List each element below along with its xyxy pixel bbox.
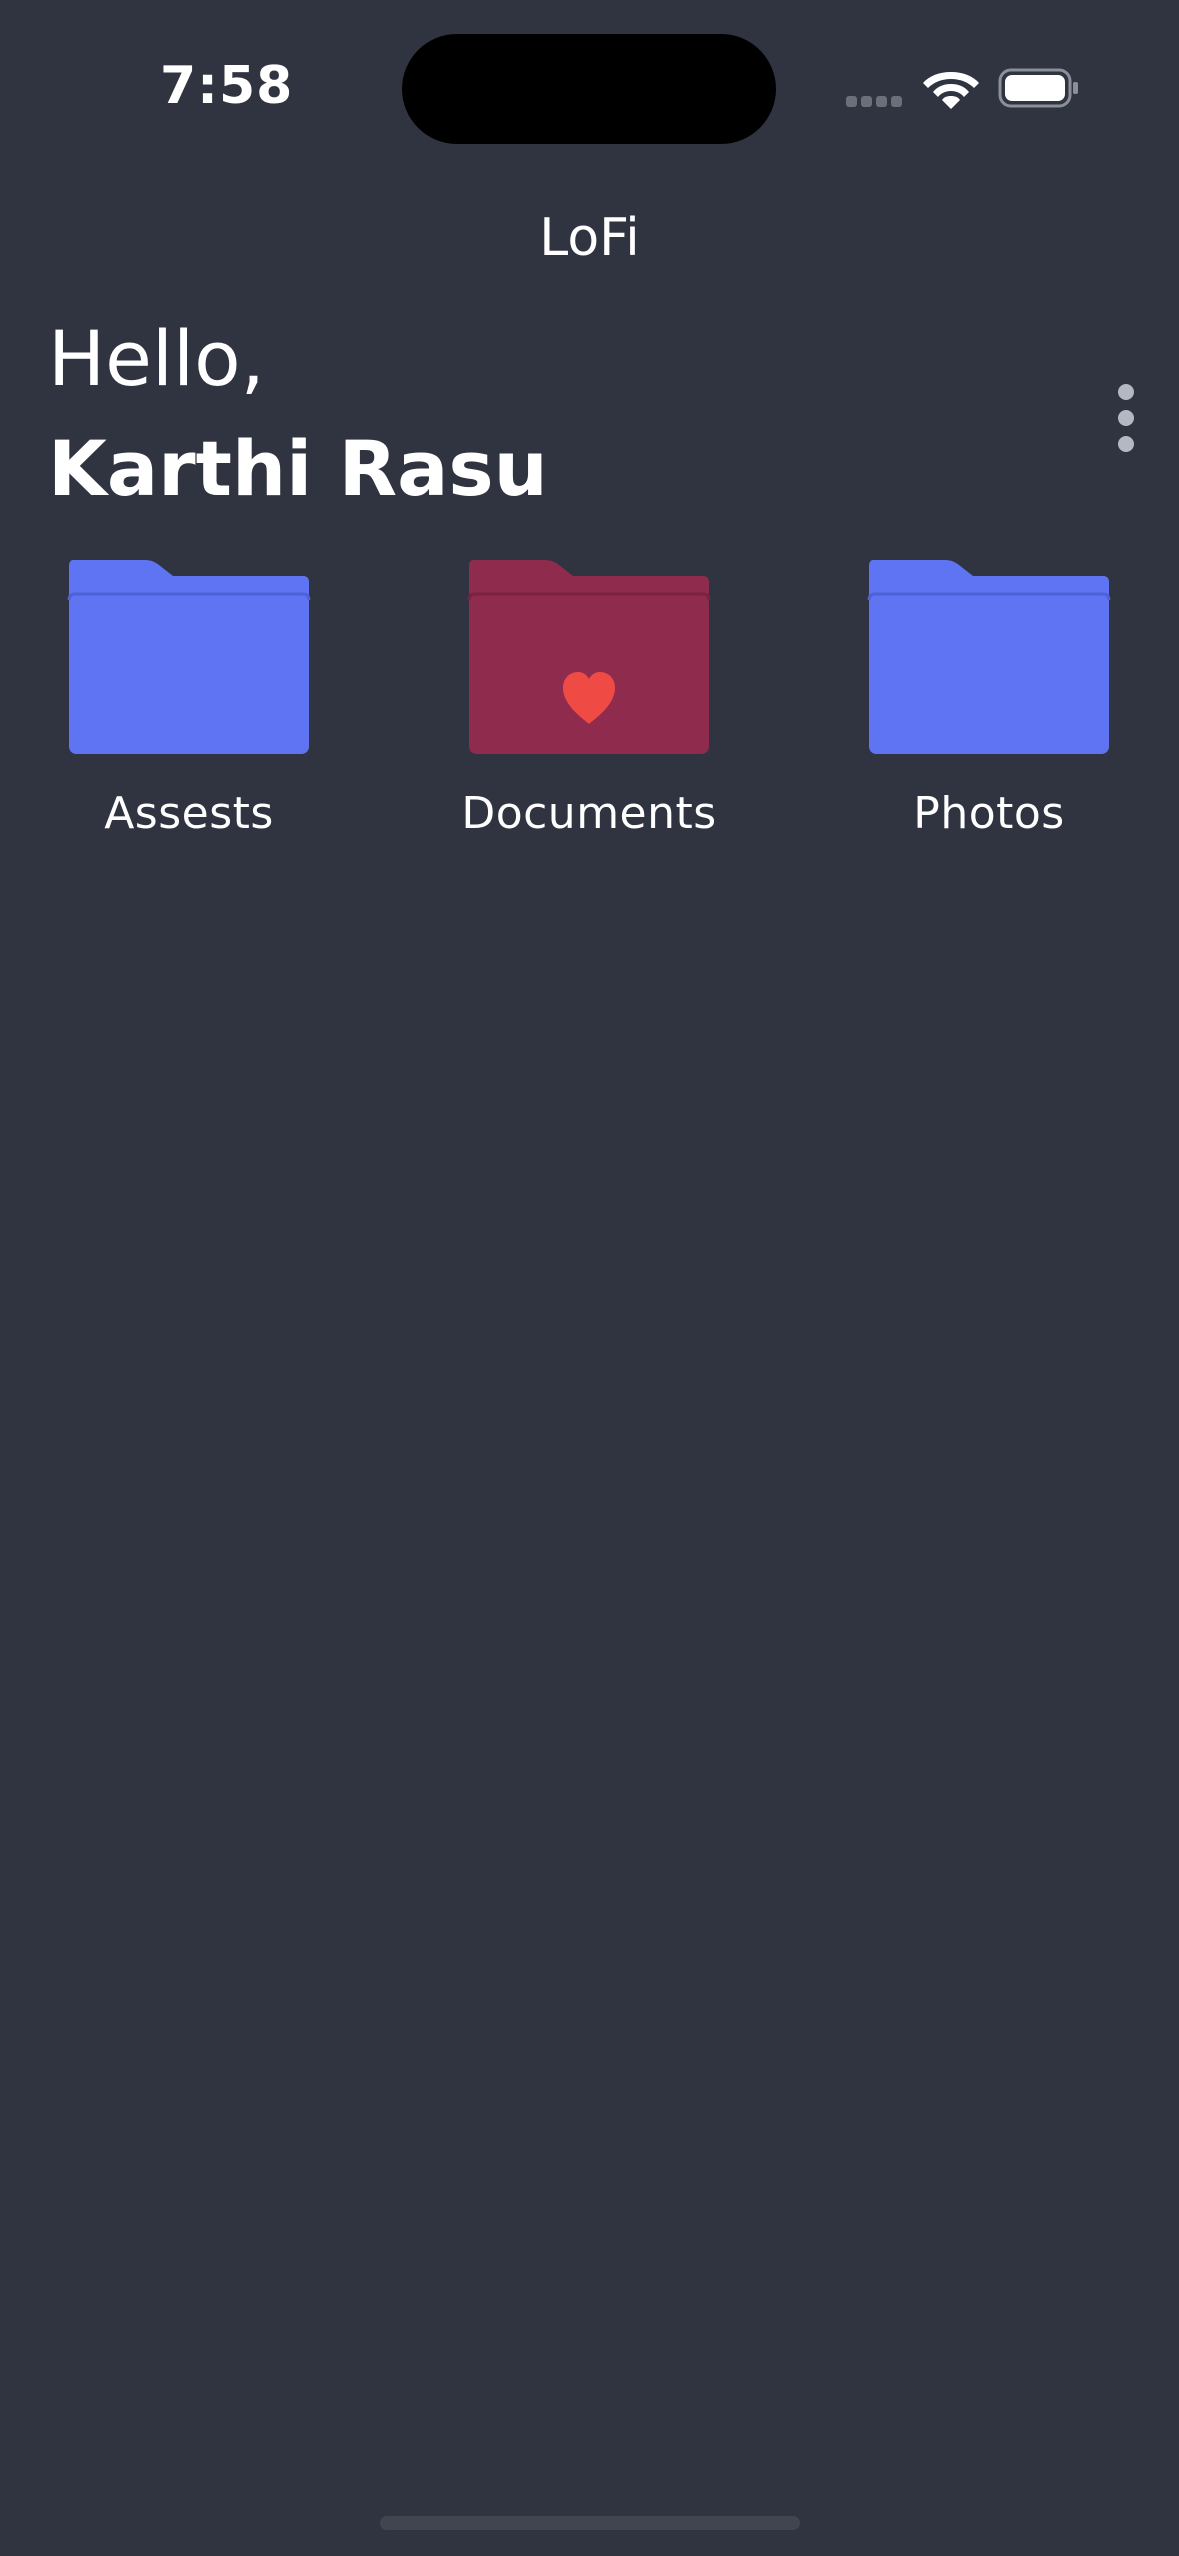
- wifi-icon: [923, 72, 979, 109]
- more-dot-icon: [1118, 384, 1134, 400]
- more-options-button[interactable]: [1106, 380, 1146, 456]
- status-time: 7:58: [160, 56, 294, 116]
- folder-icon: [467, 560, 711, 754]
- folder-assests[interactable]: Assests: [39, 560, 339, 860]
- folder-label: Photos: [913, 788, 1065, 839]
- folder-icon: [67, 560, 311, 754]
- home-indicator[interactable]: [380, 2516, 800, 2530]
- folder-photos[interactable]: Photos: [839, 560, 1139, 860]
- greeting-text: Hello,: [48, 314, 265, 403]
- app-title: LoFi: [539, 208, 640, 268]
- cellular-signal-icon: [846, 96, 904, 108]
- battery-icon: [998, 68, 1078, 108]
- folder-documents[interactable]: Documents: [439, 560, 739, 860]
- user-name: Karthi Rasu: [48, 424, 548, 513]
- more-dot-icon: [1118, 410, 1134, 426]
- folder-label: Assests: [104, 788, 274, 839]
- dynamic-island: [402, 34, 776, 144]
- more-dot-icon: [1118, 436, 1134, 452]
- folder-icon: [867, 560, 1111, 754]
- folder-label: Documents: [461, 788, 717, 839]
